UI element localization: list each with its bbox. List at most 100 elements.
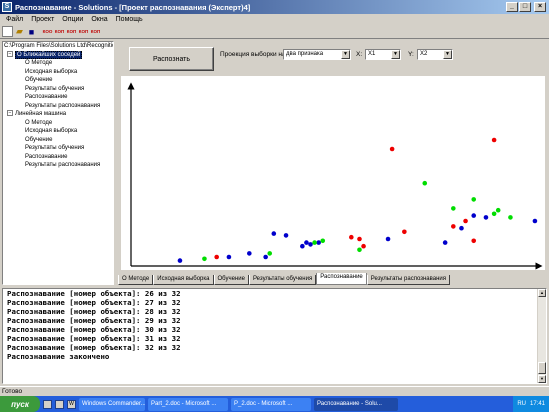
tree-item[interactable]: − О Ближайших соседей [3,50,113,60]
scatter-point-series-2 [451,206,456,211]
tree-item[interactable]: − Линейная машина [3,110,113,119]
menu-file[interactable]: Файл [2,16,27,23]
chevron-down-icon[interactable]: ▼ [391,50,400,59]
projection-select[interactable]: два признака ▼ [283,49,351,60]
tab-5[interactable]: Результаты распознавания [366,275,450,285]
tree-item[interactable]: Исходная выборка [3,127,113,136]
tree-item[interactable]: О Методе [3,119,113,128]
scatter-point-series-0 [247,251,252,256]
scatter-point-series-1 [402,229,407,235]
collapse-icon[interactable]: − [7,110,13,117]
method-3-icon[interactable]: КОП [66,26,77,37]
new-file-icon[interactable] [2,26,13,37]
tree-item-label: Результаты обучения [25,145,85,151]
method-4-icon[interactable]: КОП [78,26,89,37]
clock: 17:41 [529,401,545,407]
tree-item[interactable]: Обучение [3,76,113,85]
scatter-point-series-1 [389,146,395,152]
status-bar: Готово [0,386,549,396]
menu-project[interactable]: Проект [27,16,58,23]
scatter-point-series-0 [271,231,277,236]
tree-item[interactable]: Исходная выборка [3,68,113,77]
tree-item[interactable]: О Методе [3,59,113,68]
x-label: X: [356,51,363,58]
method-5-icon[interactable]: КОП [90,26,101,37]
recognition-panel: Распознать Проекция выборки на: два приз… [116,41,549,286]
scatter-point-series-2 [422,180,428,186]
tree-item[interactable]: Результаты обучения [3,85,113,94]
language-indicator[interactable]: RU [517,401,526,407]
scatter-point-series-0 [283,233,289,238]
desktop-icon[interactable] [43,399,52,409]
tab-3[interactable]: Результаты обучения [248,275,317,285]
chevron-down-icon[interactable]: ▼ [341,50,350,59]
log-line: Распознавание [номер объекта]: 28 из 32 [7,307,181,316]
word-icon[interactable]: W [67,399,76,409]
taskbar-item[interactable]: Windows Commander... [79,397,145,411]
toolbar: ▰ ■ КОО КОП КОП КОП КОП [0,25,549,39]
tab-1[interactable]: Исходная выборка [153,275,214,285]
tree-item-label: Распознавание [25,153,68,160]
scatter-point-series-0 [263,254,268,260]
tree-item-label: Обучение [25,136,53,143]
taskbar-item[interactable]: Part_2.doc - Microsoft ... [148,397,228,411]
open-folder-icon[interactable]: ▰ [14,26,25,37]
log-line: Распознавание закончено [7,352,110,361]
tree-item-label: Распознавание [25,94,68,100]
browser-icon[interactable] [55,399,64,409]
tree-item[interactable]: Результаты обучения [3,144,113,153]
menu-help[interactable]: Помощь [112,16,147,23]
scatter-point-series-0 [483,215,489,220]
taskbar: пуск W Windows Commander... Part_2.doc - … [0,396,549,412]
tree-item-label: C:\Program Files\Solutions Ltd\Recogniti… [4,43,114,49]
maximize-button[interactable]: □ [519,2,531,12]
close-button[interactable]: × [534,2,546,12]
scroll-thumb[interactable] [538,362,546,374]
menu-windows[interactable]: Окна [87,16,111,23]
system-tray: RU 17:41 [513,396,549,412]
tab-4[interactable]: Распознавание [316,273,367,285]
tab-2[interactable]: Обучение [213,275,249,285]
chevron-down-icon[interactable]: ▼ [443,50,452,59]
tab-strip: О Методе Исходная выборка Обучение Результа… [118,273,450,285]
method-1-icon[interactable]: КОО [42,26,53,37]
scroll-up-icon[interactable]: ▲ [538,289,546,297]
collapse-icon[interactable]: − [7,50,13,57]
tree-item[interactable]: Распознавание [3,153,113,162]
x-feature-select[interactable]: X1 ▼ [365,49,401,60]
scatter-point-series-2 [471,197,477,202]
scatter-point-series-1 [349,234,354,240]
log-line: Распознавание [номер объекта]: 27 из 32 [7,298,181,307]
tree-item[interactable]: Обучение [3,136,113,145]
y-feature-select[interactable]: X2 ▼ [417,49,453,60]
menu-options[interactable]: Опции [58,16,87,23]
tree-item[interactable]: Распознавание [3,93,113,102]
save-icon[interactable]: ■ [26,26,37,37]
scatter-plot [127,82,543,270]
log-line: Распознавание [номер объекта]: 32 из 32 [7,343,181,352]
scatter-point-series-1 [357,236,362,242]
scatter-point-series-2 [495,207,501,213]
taskbar-item[interactable]: P_2.doc - Microsoft ... [231,397,311,411]
log-scrollbar[interactable]: ▲ ▼ [537,289,546,383]
scroll-down-icon[interactable]: ▼ [538,375,546,383]
log-output: Распознавание [номер объекта]: 26 из 32 Р… [2,288,547,384]
tree-item[interactable]: C:\Program Files\Solutions Ltd\Recogniti… [3,42,113,51]
scatter-point-series-0 [532,218,538,224]
scatter-point-series-1 [214,254,219,260]
tab-0[interactable]: О Методе [118,275,154,285]
taskbar-item[interactable]: Распознавание - Solu... [314,397,398,411]
minimize-button[interactable]: _ [506,2,518,12]
log-line: Распознавание [номер объекта]: 26 из 32 [7,289,181,298]
window-title: Распознавание - Solutions - [Проект расп… [15,2,251,12]
scatter-point-series-2 [312,240,317,245]
tree-item[interactable]: Результаты распознавания [3,102,113,111]
recognize-button[interactable]: Распознать [129,47,214,71]
title-bar: S Распознавание - Solutions - [Проект ра… [0,0,549,14]
project-tree: C:\Program Files\Solutions Ltd\Recogniti… [2,41,114,285]
start-button[interactable]: пуск [0,396,40,412]
method-2-icon[interactable]: КОП [54,26,65,37]
tree-item-label: О Ближайших соседей [15,50,83,59]
tree-item[interactable]: Результаты распознавания [3,161,113,170]
log-line: Распознавание [номер объекта]: 31 из 32 [7,334,181,343]
